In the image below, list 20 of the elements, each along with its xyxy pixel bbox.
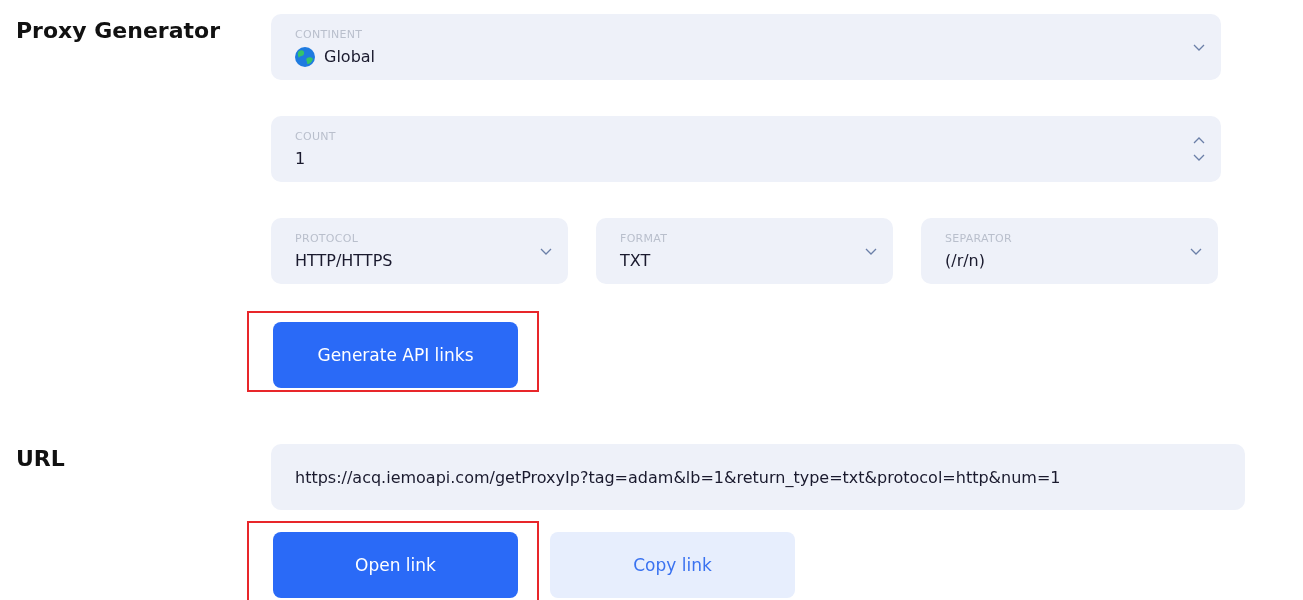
chevron-down-icon bbox=[1190, 247, 1202, 255]
field-value: TXT bbox=[620, 251, 651, 270]
field-value: 1 bbox=[295, 149, 306, 168]
stepper-control[interactable] bbox=[1193, 137, 1205, 161]
field-value: https://acq.iemoapi.com/getProxyIp?tag=adam&lb=1&return_type=txt&protocol=http&num=1 bbox=[295, 467, 1061, 487]
section-heading: URL bbox=[16, 445, 66, 473]
chevron-down-icon bbox=[1193, 43, 1205, 51]
primary-button[interactable]: Open link bbox=[273, 532, 518, 598]
globe-icon bbox=[295, 46, 315, 67]
field-value: (/r/n) bbox=[945, 251, 985, 270]
secondary-button[interactable]: Copy link bbox=[550, 532, 795, 598]
chevron-down-icon bbox=[865, 247, 877, 255]
primary-button[interactable]: Generate API links bbox=[273, 322, 518, 388]
field-value: HTTP/HTTPS bbox=[295, 251, 393, 270]
chevron-down-icon bbox=[1193, 154, 1205, 161]
field-value: Global bbox=[324, 47, 376, 66]
chevron-down-icon bbox=[540, 247, 552, 255]
section-heading: Proxy Generator bbox=[16, 17, 221, 45]
chevron-up-icon bbox=[1193, 137, 1205, 144]
url-field[interactable]: https://acq.iemoapi.com/getProxyIp?tag=adam&lb=1&return_type=txt&protocol=http&num=1 bbox=[271, 444, 1245, 510]
